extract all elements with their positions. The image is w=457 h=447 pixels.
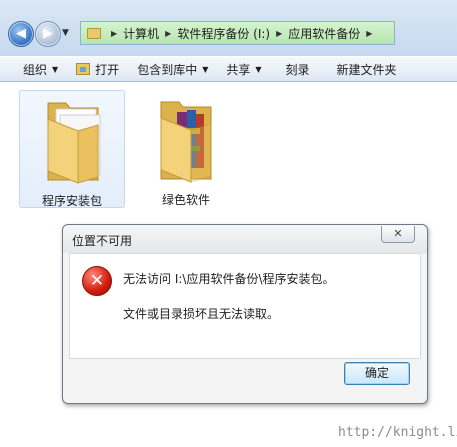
- dialog-title-bar[interactable]: 位置不可用 ✕: [63, 225, 427, 253]
- new-folder-label: 新建文件夹: [336, 62, 397, 77]
- open-button[interactable]: 打开: [67, 57, 128, 81]
- forward-arrow-icon: ▶: [43, 26, 53, 41]
- folder-icon: [87, 27, 101, 39]
- breadcrumb-computer[interactable]: 计算机: [123, 25, 159, 42]
- error-icon: ✕: [82, 266, 112, 296]
- chevron-right-icon[interactable]: ▶: [276, 29, 282, 38]
- dialog-footer: 确定: [63, 359, 427, 403]
- share-button[interactable]: 共享 ▼: [217, 57, 270, 81]
- include-in-library-button[interactable]: 包含到库中 ▼: [128, 57, 217, 81]
- chevron-down-icon: ▼: [62, 28, 69, 38]
- open-label: 打开: [95, 62, 120, 77]
- error-dialog: 位置不可用 ✕ ✕ 无法访问 I:\应用软件备份\程序安装包。 文件或目录损坏且…: [62, 224, 428, 404]
- open-folder-icon: [76, 63, 91, 75]
- folder-item-green-software[interactable]: 绿色软件: [133, 90, 239, 208]
- breadcrumb-folder[interactable]: 应用软件备份: [288, 25, 360, 42]
- new-folder-button[interactable]: 新建文件夹: [319, 57, 406, 81]
- include-in-library-label: 包含到库中: [137, 62, 198, 77]
- dialog-body: ✕ 无法访问 I:\应用软件备份\程序安装包。 文件或目录损坏且无法读取。: [69, 253, 421, 359]
- navigation-area: ◀ ▶ ▼ ▶ 计算机 ▶ 软件程序备份 (I:) ▶ 应用软件备份 ▶: [0, 0, 457, 56]
- folder-name: 程序安装包: [41, 194, 102, 208]
- error-detail: 文件或目录损坏且无法读取。: [123, 307, 280, 321]
- command-toolbar: 组织 ▼ 打开 包含到库中 ▼ 共享 ▼ 刻录 新建文件夹: [0, 56, 457, 82]
- address-bar[interactable]: ▶ 计算机 ▶ 软件程序备份 (I:) ▶ 应用软件备份 ▶: [80, 21, 395, 45]
- history-dropdown[interactable]: ▼: [62, 28, 69, 38]
- folder-books-icon: [160, 101, 212, 183]
- chevron-down-icon: ▼: [52, 64, 59, 74]
- back-arrow-icon: ◀: [16, 26, 26, 41]
- back-button[interactable]: ◀: [8, 21, 34, 47]
- burn-button[interactable]: 刻录: [271, 57, 319, 81]
- ok-button[interactable]: 确定: [344, 362, 410, 385]
- organize-button[interactable]: 组织 ▼: [0, 57, 67, 81]
- error-message: 无法访问 I:\应用软件备份\程序安装包。: [123, 272, 335, 286]
- burn-label: 刻录: [285, 62, 310, 77]
- close-button[interactable]: ✕: [381, 226, 415, 243]
- chevron-down-icon: ▼: [202, 64, 209, 74]
- chevron-right-icon[interactable]: ▶: [165, 29, 171, 38]
- chevron-right-icon[interactable]: ▶: [366, 29, 372, 38]
- folder-documents-icon: [47, 102, 101, 184]
- organize-label: 组织: [23, 62, 48, 77]
- folder-item-installers[interactable]: 程序安装包: [19, 90, 125, 208]
- forward-button[interactable]: ▶: [35, 21, 61, 47]
- close-icon: ✕: [393, 227, 403, 240]
- folder-name: 绿色软件: [161, 193, 210, 207]
- dialog-title: 位置不可用: [72, 234, 133, 248]
- watermark: http://knight.li: [338, 425, 457, 440]
- chevron-right-icon[interactable]: ▶: [111, 29, 117, 38]
- breadcrumb-drive[interactable]: 软件程序备份 (I:): [177, 25, 270, 42]
- chevron-down-icon: ▼: [255, 64, 262, 74]
- share-label: 共享: [226, 62, 251, 77]
